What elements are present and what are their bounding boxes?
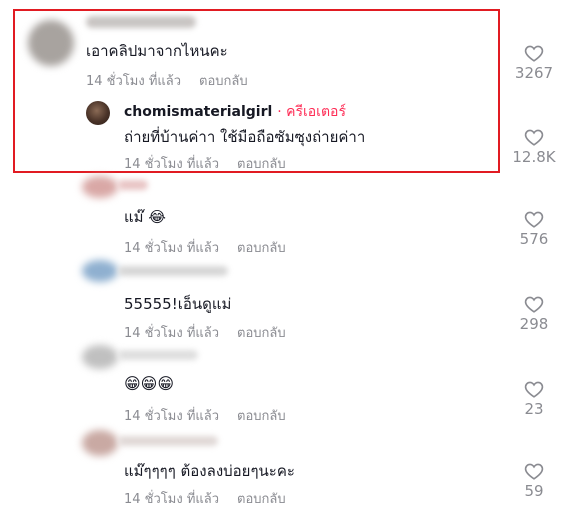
heart-outline-icon [524, 45, 544, 62]
comment-meta: 14 ชั่วโมง ที่แล้ว ตอบกลับ [86, 70, 248, 91]
like-button[interactable]: 298 [504, 295, 564, 333]
heart-outline-icon [524, 129, 544, 146]
reply-author-name: chomismaterialgirl [124, 104, 273, 120]
like-button[interactable]: 576 [504, 210, 564, 248]
comment-meta: 14 ชั่วโมง ที่แล้ว ตอบกลับ [124, 488, 286, 509]
avatar[interactable] [82, 260, 118, 282]
like-count: 298 [519, 315, 549, 333]
avatar[interactable] [86, 101, 110, 125]
comment-time: 14 ชั่วโมง ที่แล้ว [124, 241, 220, 256]
like-button[interactable]: 59 [504, 462, 564, 500]
like-button[interactable]: 23 [504, 380, 564, 418]
like-button[interactable]: 12.8K [504, 128, 564, 166]
comment-text: 😁😁😁 [124, 374, 175, 393]
reply-button[interactable]: ตอบกลับ [237, 326, 286, 341]
reply-time: 14 ชั่วโมง ที่แล้ว [124, 157, 220, 172]
avatar[interactable] [82, 176, 118, 198]
username-blurred[interactable] [118, 350, 198, 360]
reply-button[interactable]: ตอบกลับ [237, 492, 286, 507]
like-count: 12.8K [512, 148, 556, 166]
like-button[interactable]: 3267 [504, 44, 564, 82]
heart-outline-icon [524, 381, 544, 398]
creator-badge: · ครีเอเตอร์ [277, 104, 346, 120]
like-count: 576 [519, 230, 549, 248]
username-blurred[interactable] [118, 180, 148, 190]
heart-outline-icon [524, 463, 544, 480]
avatar[interactable] [82, 345, 118, 369]
heart-outline-icon [524, 296, 544, 313]
comment-text: แม๊ 😂 [124, 208, 166, 226]
username-blurred[interactable] [118, 266, 228, 276]
comment-meta: 14 ชั่วโมง ที่แล้ว ตอบกลับ [124, 237, 286, 258]
like-count: 23 [524, 400, 544, 418]
username-blurred[interactable] [86, 16, 196, 28]
reply-text: ถ่ายที่บ้านค่าา ใช้มือถือซัมซุงถ่ายค่าา [124, 128, 366, 146]
comment-time: 14 ชั่วโมง ที่แล้ว [86, 74, 182, 89]
like-count: 59 [524, 482, 544, 500]
username-blurred[interactable] [118, 436, 218, 446]
comment-text: แม๊ๆๆๆๆ ต้องลงบ่อยๆนะคะ [124, 462, 295, 480]
avatar[interactable] [82, 430, 118, 456]
comment-time: 14 ชั่วโมง ที่แล้ว [124, 409, 220, 424]
reply-button[interactable]: ตอบกลับ [237, 409, 286, 424]
like-count: 3267 [514, 64, 554, 82]
reply-author[interactable]: chomismaterialgirl · ครีเอเตอร์ [124, 101, 346, 123]
reply-button[interactable]: ตอบกลับ [237, 157, 286, 172]
reply-button[interactable]: ตอบกลับ [199, 74, 248, 89]
avatar[interactable] [28, 20, 74, 66]
heart-outline-icon [524, 211, 544, 228]
reply-button[interactable]: ตอบกลับ [237, 241, 286, 256]
comment-time: 14 ชั่วโมง ที่แล้ว [124, 492, 220, 507]
reply-meta: 14 ชั่วโมง ที่แล้ว ตอบกลับ [124, 153, 286, 174]
comment-meta: 14 ชั่วโมง ที่แล้ว ตอบกลับ [124, 322, 286, 343]
comment-meta: 14 ชั่วโมง ที่แล้ว ตอบกลับ [124, 405, 286, 426]
comment-time: 14 ชั่วโมง ที่แล้ว [124, 326, 220, 341]
comment-text: เอาคลิปมาจากไหนคะ [86, 42, 228, 60]
comment-text: 55555!เอ็นดูแม่ [124, 295, 232, 313]
